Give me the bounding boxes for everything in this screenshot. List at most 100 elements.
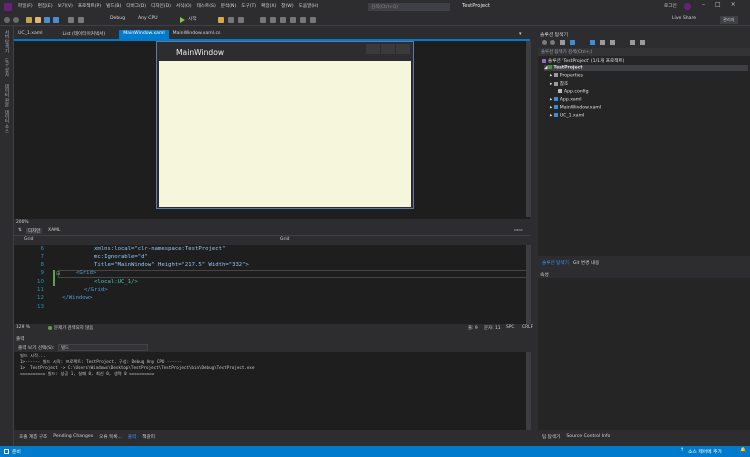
split-layout-icon[interactable]: ▭▭: [514, 228, 523, 233]
add-to-source-control[interactable]: 소스 제어에 추가: [688, 448, 722, 455]
config-select[interactable]: Debug: [110, 16, 125, 21]
output-source-select[interactable]: 빌드: [58, 344, 148, 351]
maximize-icon[interactable]: □: [715, 1, 721, 8]
nav-right-select[interactable]: Grid: [280, 237, 289, 242]
code-editor[interactable]: [14, 245, 530, 324]
nav-left-select[interactable]: Grid: [24, 237, 33, 242]
code-line[interactable]: <Grid>: [76, 270, 96, 276]
se-back-icon[interactable]: [542, 40, 547, 45]
toolbar-icon-d[interactable]: [260, 17, 266, 23]
menu-edit[interactable]: 편집(E): [38, 3, 53, 9]
menu-analyze[interactable]: 분석(N): [221, 3, 236, 9]
data-source-tab[interactable]: 데이터 소스: [3, 110, 9, 133]
tab-error-list[interactable]: 오류 목록...: [98, 432, 123, 442]
toolbar-icon-b[interactable]: [228, 17, 234, 23]
solution-search-input[interactable]: 솔루션 탐색기 검색(Ctrl+;): [538, 48, 750, 56]
code-line[interactable]: </Window>: [62, 295, 92, 301]
toolbar-icon-i[interactable]: [310, 17, 316, 23]
save-all-icon[interactable]: [53, 17, 59, 23]
expand-icon[interactable]: ▸: [550, 74, 552, 79]
wpf-window-client-area[interactable]: [159, 61, 411, 207]
live-share-button[interactable]: Live Share: [672, 16, 696, 21]
start-button[interactable]: 시작: [188, 16, 196, 22]
toolbar-icon-e[interactable]: [270, 17, 276, 23]
tree-item[interactable]: App.config: [558, 89, 589, 95]
designer-zoom[interactable]: 200%: [16, 220, 29, 225]
tab-uc1-xaml[interactable]: UC_1.xaml: [14, 30, 47, 39]
se-forward-icon[interactable]: [550, 40, 555, 45]
server-explorer-tab[interactable]: 서버 탐색기: [3, 30, 9, 53]
toolbar-icon-g[interactable]: [290, 17, 296, 23]
menu-tools[interactable]: 도구(T): [241, 3, 256, 9]
menu-view[interactable]: 보기(V): [58, 3, 73, 9]
properties-pane[interactable]: [538, 278, 750, 430]
new-project-icon[interactable]: [26, 17, 32, 23]
tree-item[interactable]: ▸ 참조: [550, 81, 568, 87]
code-line[interactable]: mc:Ignorable="d": [94, 254, 148, 260]
expand-icon[interactable]: ▸: [550, 98, 552, 103]
menu-design[interactable]: 디자인(D): [151, 3, 171, 9]
menu-format[interactable]: 서식(O): [176, 3, 192, 9]
toolbar-icon-a[interactable]: [218, 17, 224, 23]
menu-file[interactable]: 파일(F): [18, 3, 33, 9]
data-sources-tab[interactable]: 데이터 원본: [3, 84, 9, 107]
expand-icon[interactable]: ▸: [550, 82, 552, 87]
tree-solution[interactable]: 솔루션 'TestProject' (1/1개 프로젝트): [542, 58, 624, 64]
doc-tabs-dropdown-icon[interactable]: ▾: [519, 31, 522, 37]
platform-select[interactable]: Any CPU: [138, 16, 158, 21]
tab-solution-explorer[interactable]: 솔루션 탐색기: [542, 258, 569, 267]
redo-icon[interactable]: [78, 17, 84, 23]
code-line[interactable]: </Grid>: [84, 287, 108, 293]
tab-call-hierarchy[interactable]: 호출 계층 구조: [18, 432, 48, 442]
designer-scrollbar[interactable]: [526, 41, 531, 217]
tab-output[interactable]: 출력: [127, 432, 137, 442]
xaml-tab[interactable]: XAML: [48, 228, 61, 233]
source-control-up-icon[interactable]: ↑: [680, 448, 684, 453]
login-link[interactable]: 로그인: [664, 3, 677, 9]
save-icon[interactable]: [44, 17, 50, 23]
code-line[interactable]: <local:UC_1/>: [94, 279, 138, 285]
menu-extensions[interactable]: 확장(X): [261, 3, 276, 9]
menu-build[interactable]: 빌드(B): [106, 3, 121, 9]
notification-icon[interactable]: 🔔: [740, 448, 746, 453]
menu-test[interactable]: 테스트(S): [197, 3, 216, 9]
editor-scrollbar[interactable]: [526, 245, 531, 324]
tree-item[interactable]: ▸ UC_1.xaml: [550, 113, 584, 119]
tab-pending-changes[interactable]: Pending Changes: [52, 432, 94, 442]
expand-icon[interactable]: ▸: [550, 114, 552, 119]
tree-item[interactable]: ▸ MainWindow.xaml: [550, 105, 601, 111]
tab-git-changes[interactable]: Git 변경 내용: [573, 258, 599, 267]
output-scrollbar[interactable]: [526, 352, 531, 430]
back-icon[interactable]: [4, 17, 10, 23]
avatar[interactable]: [684, 3, 691, 10]
se-show-all-icon[interactable]: [610, 40, 615, 45]
se-home-icon[interactable]: [560, 40, 565, 45]
tab-team-explorer[interactable]: 팀 탐색기: [542, 432, 560, 442]
menu-debug[interactable]: 디버그(D): [126, 3, 146, 9]
swap-icon[interactable]: ⇅: [18, 228, 22, 233]
tab-list[interactable]: List (테이터이커넥서): [59, 30, 110, 39]
code-line[interactable]: Title="MainWindow" Height="217.5" Width=…: [94, 262, 249, 268]
se-refresh-icon[interactable]: [590, 40, 595, 45]
quick-launch-input[interactable]: 검색(Ctrl+Q): [368, 3, 450, 11]
collapse-icon[interactable]: ⊟: [56, 271, 60, 277]
toolbar-icon-h[interactable]: [300, 17, 306, 23]
menu-project[interactable]: 프로젝트(P): [78, 3, 101, 9]
se-wrench-icon[interactable]: [640, 40, 645, 45]
tree-item[interactable]: ▸ Properties: [550, 73, 583, 79]
minimize-icon[interactable]: –: [702, 1, 705, 8]
se-sync-icon[interactable]: [570, 40, 575, 45]
se-collapse-icon[interactable]: [600, 40, 605, 45]
menu-help[interactable]: 도움말(H): [299, 3, 319, 9]
tab-bookmarks[interactable]: 책갈피: [141, 432, 156, 442]
editor-zoom[interactable]: 129 %: [16, 325, 30, 330]
tab-source-control-info[interactable]: Source Control Info: [566, 432, 610, 442]
issues-status[interactable]: 문제가 검색되지 않음: [54, 325, 93, 331]
tree-item[interactable]: ▸ App.xaml: [550, 97, 582, 103]
expand-icon[interactable]: ▸: [550, 106, 552, 111]
design-tab[interactable]: 디자인: [26, 228, 43, 234]
start-icon[interactable]: [180, 17, 185, 23]
tab-mainwindow-xaml[interactable]: MainWindow.xaml: [119, 30, 169, 39]
forward-icon[interactable]: [13, 17, 19, 23]
toolbar-icon-c[interactable]: [238, 17, 244, 23]
